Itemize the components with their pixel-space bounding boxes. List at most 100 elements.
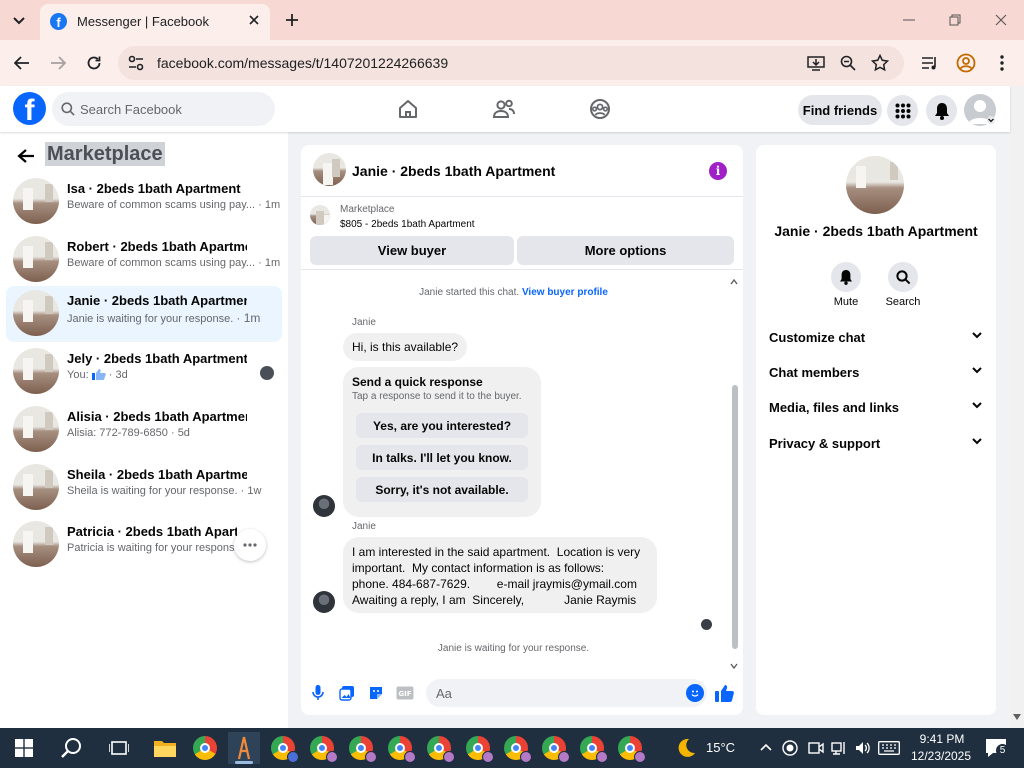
chrome-profile-icon[interactable] [538,732,570,764]
tray-overflow-chevron-icon[interactable] [760,743,772,751]
forward-arrow-icon[interactable] [46,51,70,75]
reload-icon[interactable] [82,51,106,75]
conversation-more-options-button[interactable] [234,529,266,561]
conversation-item-alisia[interactable]: Alisia · 2beds 1bath Apartment Alisia: 7… [6,402,282,458]
message-input[interactable] [436,684,676,702]
windows-start-icon[interactable] [8,732,40,764]
sender-avatar[interactable] [313,591,335,613]
chrome-profile-icon[interactable] [423,732,455,764]
camera-tray-icon[interactable] [808,741,824,755]
thread-scrollbar[interactable] [728,279,740,671]
new-tab-plus-icon[interactable] [281,9,303,31]
browser-menu-icon[interactable] [990,51,1014,75]
volume-tray-icon[interactable] [855,740,871,756]
back-arrow-icon[interactable] [16,146,36,166]
scrollbar-thumb[interactable] [732,385,738,649]
message-bubble[interactable]: I am interested in the said apartment. L… [343,537,657,613]
quick-reply-not-available-button[interactable]: Sorry, it's not available. [356,477,528,502]
site-info-tune-icon[interactable] [126,53,146,73]
chrome-profile-icon[interactable] [500,732,532,764]
clock-time[interactable]: 9:41 PM [914,732,970,746]
find-friends-button[interactable]: Find friends [798,95,882,125]
network-tray-icon[interactable] [831,740,847,756]
page-scrollbar[interactable] [1010,86,1024,728]
back-arrow-icon[interactable] [10,51,34,75]
app-icon-active[interactable] [228,732,260,764]
bookmark-star-icon[interactable] [870,53,890,73]
details-avatar[interactable] [846,156,904,214]
chrome-profile-icon[interactable] [614,732,646,764]
more-options-button[interactable]: More options [517,236,734,265]
notifications-center-icon[interactable]: 5 [980,732,1012,764]
scroll-down-arrow-icon[interactable] [730,663,738,669]
conversation-item-janie[interactable]: Janie · 2beds 1bath Apartment Janie is w… [6,286,282,342]
groups-icon[interactable] [588,97,612,121]
address-bar[interactable]: facebook.com/messages/t/1407201224266639 [118,46,904,80]
conversation-item-robert[interactable]: Robert · 2beds 1bath Apartment Beware of… [6,232,282,288]
record-tray-icon[interactable] [782,740,798,756]
mute-button[interactable]: Mute [821,262,871,308]
conversation-item-jely[interactable]: Jely · 2beds 1bath Apartment You: · 3d [6,344,282,400]
message-bubble[interactable]: Hi, is this available? [343,333,468,361]
chrome-profile-icon[interactable] [306,732,338,764]
clock-date[interactable]: 12/23/2025 [909,749,973,763]
gif-icon[interactable]: GIF [395,683,415,703]
chat-title[interactable]: Janie · 2beds 1bath Apartment [352,163,555,179]
conversation-item-sheila[interactable]: Sheila · 2beds 1bath Apartment Sheila is… [6,460,282,516]
view-buyer-profile-link[interactable]: View buyer profile [522,287,608,298]
facebook-search-input[interactable] [80,99,270,119]
listing-detail[interactable]: $805 - 2beds 1bath Apartment [340,219,475,230]
weather-moon-icon[interactable] [670,732,702,764]
install-app-icon[interactable] [806,53,826,73]
conversation-item-patricia[interactable]: Patricia · 2beds 1bath Apartment Patrici… [6,517,282,573]
media-queue-icon[interactable] [918,51,942,75]
chat-avatar[interactable] [313,153,346,186]
home-icon[interactable] [396,97,420,121]
scroll-up-arrow-icon[interactable] [730,279,738,285]
chrome-icon[interactable] [189,732,221,764]
chrome-profile-icon[interactable] [267,732,299,764]
menu-grid-icon[interactable] [887,95,918,126]
zoom-out-icon[interactable] [838,53,858,73]
media-files-links-row[interactable]: Media, files and links [756,391,996,425]
privacy-support-row[interactable]: Privacy & support [756,427,996,461]
quick-reply-in-talks-button[interactable]: In talks. I'll let you know. [356,445,528,470]
photo-attach-icon[interactable] [337,683,357,703]
emoji-icon[interactable] [686,684,704,702]
weather-temperature[interactable]: 15°C [706,740,735,755]
close-window-icon[interactable] [989,8,1013,32]
chrome-profile-icon[interactable] [345,732,377,764]
like-thumbs-up-icon[interactable] [715,683,735,703]
restore-window-icon[interactable] [943,8,967,32]
task-view-icon[interactable] [103,732,135,764]
keyboard-tray-icon[interactable] [878,741,900,755]
friends-icon[interactable] [492,97,516,121]
chrome-profile-icon[interactable] [576,732,608,764]
microphone-icon[interactable] [308,683,328,703]
chrome-profile-icon[interactable] [462,732,494,764]
view-buyer-button[interactable]: View buyer [310,236,514,265]
page-scroll-down-arrow-icon[interactable] [1013,714,1021,720]
sticker-icon[interactable] [366,683,386,703]
account-chevron-icon[interactable] [986,116,996,124]
tab-search-chevron-icon[interactable] [8,10,30,32]
sender-avatar[interactable] [313,495,335,517]
search-icon[interactable] [56,732,88,764]
chat-members-row[interactable]: Chat members [756,356,996,390]
search-in-conversation-button[interactable]: Search [878,262,928,308]
chrome-profile-icon[interactable] [384,732,416,764]
browser-tab-messenger[interactable]: f Messenger | Facebook [40,4,270,40]
minimize-window-icon[interactable] [897,8,921,32]
conversation-info-icon[interactable]: i [709,162,727,180]
quick-reply-yes-button[interactable]: Yes, are you interested? [356,413,528,438]
file-explorer-icon[interactable] [149,732,181,764]
conversation-item-isa[interactable]: Isa · 2beds 1bath Apartment Beware of co… [6,174,282,230]
close-tab-icon[interactable] [244,10,264,30]
facebook-logo-icon[interactable]: f [13,92,46,125]
notifications-bell-icon[interactable] [926,95,957,126]
facebook-search-box[interactable] [52,92,275,126]
message-input-box[interactable] [426,679,707,707]
customize-chat-row[interactable]: Customize chat [756,321,996,355]
profile-icon[interactable] [954,51,978,75]
url-text[interactable]: facebook.com/messages/t/1407201224266639 [157,55,448,71]
